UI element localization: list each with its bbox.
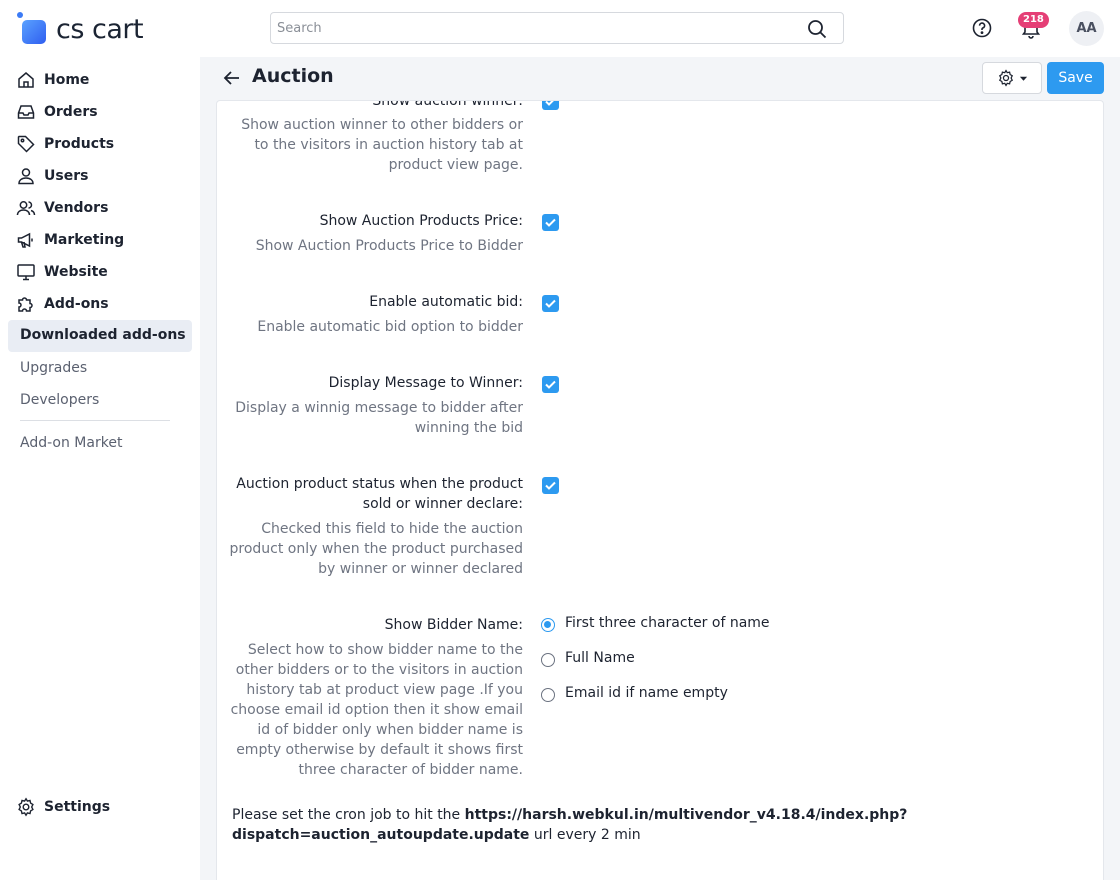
- setting-description: Checked this field to hide the auction p…: [229, 521, 524, 577]
- radio-label: Full Name: [565, 650, 635, 666]
- setting-description: Show Auction Products Price to Bidder: [255, 238, 523, 254]
- sidebar-item-addon-market[interactable]: Add-on Market: [20, 431, 122, 455]
- search-box[interactable]: [270, 12, 844, 44]
- page-header: Auction Save: [200, 57, 1120, 100]
- puzzle-icon: [18, 297, 33, 312]
- setting-description: Enable automatic bid option to bidder: [257, 319, 523, 335]
- sidebar-item-website[interactable]: Website: [16, 260, 108, 284]
- check-icon: [545, 481, 556, 490]
- setting-label: Show auction winner:: [372, 100, 523, 109]
- setting-description: Select how to show bidder name to the ot…: [230, 642, 523, 778]
- cron-note-prefix: Please set the cron job to hit the: [232, 807, 465, 823]
- setting-label: Show Bidder Name:: [384, 617, 523, 633]
- setting-label: Display Message to Winner:: [328, 375, 523, 391]
- sidebar-item-settings[interactable]: Settings: [16, 795, 110, 819]
- logo[interactable]: cs cart: [16, 12, 144, 46]
- sidebar-item-label: Marketing: [44, 232, 125, 248]
- save-button[interactable]: Save: [1047, 62, 1104, 94]
- sidebar-subitem-developers[interactable]: Developers: [20, 388, 99, 412]
- setting-label: Auction product status when the product …: [236, 476, 523, 512]
- sidebar-item-label: Users: [44, 168, 89, 184]
- back-arrow-icon[interactable]: [222, 68, 242, 88]
- caret-down-icon: [1019, 76, 1027, 81]
- setting-label: Show Auction Products Price:: [319, 213, 523, 229]
- notification-badge[interactable]: 218: [1018, 12, 1049, 28]
- sidebar-item-products[interactable]: Products: [16, 132, 114, 156]
- setting-label: Enable automatic bid:: [369, 294, 523, 310]
- sidebar-item-label: Website: [44, 264, 108, 280]
- radio-button[interactable]: [541, 618, 555, 632]
- inbox-icon: [17, 105, 35, 119]
- sidebar-item-vendors[interactable]: Vendors: [16, 196, 108, 220]
- monitor-icon: [17, 264, 35, 281]
- winner-message-checkbox[interactable]: [542, 376, 559, 393]
- main-content: Auction Save Show auction winner: Show a…: [200, 57, 1120, 880]
- radio-label: Email id if name empty: [565, 685, 728, 701]
- radio-email-id[interactable]: Email id if name empty: [541, 685, 770, 720]
- megaphone-icon: [17, 232, 33, 248]
- radio-full-name[interactable]: Full Name: [541, 650, 770, 685]
- settings-dropdown-button[interactable]: [982, 62, 1042, 94]
- gear-icon: [998, 69, 1013, 87]
- help-icon[interactable]: [972, 18, 992, 38]
- radio-label: First three character of name: [565, 615, 770, 631]
- show-winner-checkbox[interactable]: [542, 101, 559, 110]
- sidebar-item-users[interactable]: Users: [16, 164, 88, 188]
- sidebar-item-label: Settings: [44, 799, 111, 815]
- product-status-checkbox[interactable]: [542, 477, 559, 494]
- user-icon: [18, 168, 34, 185]
- sidebar-item-label: Products: [44, 136, 115, 152]
- search-icon[interactable]: [807, 19, 827, 39]
- sidebar-item-label: Orders: [44, 104, 98, 120]
- users-icon: [16, 201, 36, 216]
- top-bar: cs cart 218 AA: [0, 0, 1120, 57]
- bidder-name-radio-group: First three character of name Full Name …: [541, 615, 770, 720]
- gear-icon: [18, 797, 34, 817]
- check-icon: [545, 299, 556, 308]
- radio-button[interactable]: [541, 688, 555, 702]
- avatar[interactable]: AA: [1069, 11, 1104, 46]
- sidebar-item-label: Home: [44, 72, 90, 88]
- cs-cart-logo-icon: [16, 12, 50, 46]
- sidebar-item-label: Vendors: [44, 200, 109, 216]
- sidebar-subitem-downloaded-addons[interactable]: Downloaded add-ons: [8, 320, 192, 352]
- page-title: Auction: [252, 65, 334, 87]
- sidebar: Home Orders Products Users Vendors Marke…: [0, 57, 200, 880]
- show-price-checkbox[interactable]: [542, 214, 559, 231]
- search-input[interactable]: [271, 13, 791, 43]
- sidebar-item-marketing[interactable]: Marketing: [16, 228, 124, 252]
- sidebar-subitem-label: Downloaded add-ons: [20, 327, 186, 343]
- radio-first-three-chars[interactable]: First three character of name: [541, 615, 770, 650]
- cron-job-note: Please set the cron job to hit the https…: [232, 805, 1092, 845]
- auto-bid-checkbox[interactable]: [542, 295, 559, 312]
- sidebar-divider: [20, 420, 170, 421]
- check-icon: [545, 101, 554, 106]
- settings-panel: Show auction winner: Show auction winner…: [216, 100, 1104, 880]
- setting-description: Show auction winner to other bidders or …: [241, 117, 523, 173]
- radio-button[interactable]: [541, 653, 555, 667]
- cron-note-suffix: url every 2 min: [529, 827, 641, 843]
- setting-description: Display a winnig message to bidder after…: [235, 400, 523, 436]
- sidebar-subitem-upgrades[interactable]: Upgrades: [20, 356, 87, 380]
- check-icon: [545, 218, 556, 227]
- home-icon: [18, 72, 34, 88]
- check-icon: [545, 380, 556, 389]
- sidebar-item-label: Add-ons: [44, 296, 109, 312]
- sidebar-item-home[interactable]: Home: [16, 68, 89, 92]
- brand-name: cs cart: [56, 13, 144, 45]
- sidebar-item-orders[interactable]: Orders: [16, 100, 98, 124]
- sidebar-item-addons[interactable]: Add-ons: [16, 292, 109, 316]
- tag-icon: [17, 135, 35, 153]
